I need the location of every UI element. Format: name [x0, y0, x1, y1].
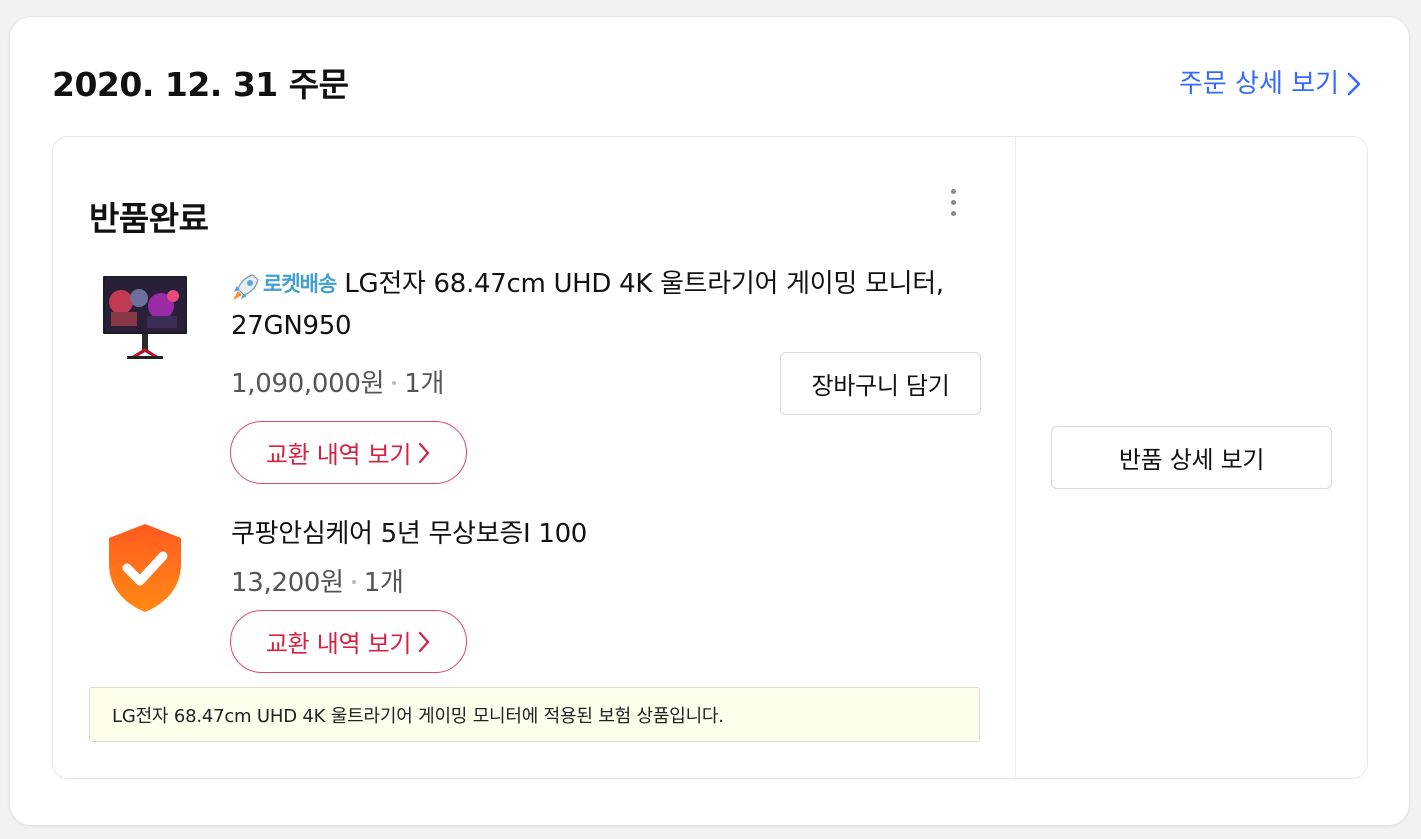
- more-vertical-icon[interactable]: [939, 185, 967, 219]
- product-title: LG전자 68.47cm UHD 4K 울트라기어 게이밍 모니터, 27GN9…: [231, 269, 944, 341]
- product-name[interactable]: 로켓배송 LG전자 68.47cm UHD 4K 울트라기어 게이밍 모니터, …: [231, 263, 991, 347]
- chevron-right-icon: [1347, 72, 1361, 96]
- order-card: 2020. 12. 31 주문 주문 상세 보기 반품완료 로켓배송 LG전자 …: [9, 16, 1410, 826]
- add-to-cart-button[interactable]: 장바구니 담기: [780, 352, 981, 415]
- shield-check-icon[interactable]: [105, 520, 185, 616]
- product-price: 1,090,000원: [231, 369, 385, 399]
- exchange-history-label: 교환 내역 보기: [265, 441, 412, 469]
- order-date-title: 2020. 12. 31 주문: [52, 65, 349, 104]
- care-quantity: 1개: [363, 568, 404, 598]
- rocket-icon: [233, 274, 259, 300]
- care-price: 13,200원: [231, 568, 344, 598]
- chevron-right-icon: [419, 442, 430, 463]
- care-price-line: 13,200원 1개: [231, 566, 404, 600]
- card-divider: [1015, 137, 1016, 778]
- product-price-line: 1,090,000원 1개: [231, 367, 444, 401]
- chevron-right-icon: [419, 631, 430, 652]
- exchange-history-button[interactable]: 교환 내역 보기: [230, 421, 467, 484]
- care-exchange-history-button[interactable]: 교환 내역 보기: [230, 610, 467, 673]
- monitor-thumbnail[interactable]: [99, 272, 191, 362]
- care-exchange-history-label: 교환 내역 보기: [265, 630, 412, 658]
- product-quantity: 1개: [404, 369, 445, 399]
- return-detail-button[interactable]: 반품 상세 보기: [1051, 426, 1332, 489]
- status-title: 반품완료: [89, 199, 209, 238]
- insurance-notice-text: LG전자 68.47cm UHD 4K 울트라기어 게이밍 모니터에 적용된 보…: [112, 705, 724, 727]
- order-detail-label: 주문 상세 보기: [1178, 69, 1339, 99]
- care-product-name[interactable]: 쿠팡안심케어 5년 무상보증I 100: [231, 513, 587, 555]
- insurance-notice: LG전자 68.47cm UHD 4K 울트라기어 게이밍 모니터에 적용된 보…: [89, 687, 980, 742]
- rocket-delivery-label: 로켓배송: [263, 272, 337, 296]
- order-detail-link[interactable]: 주문 상세 보기: [1179, 67, 1363, 101]
- rocket-delivery-badge: 로켓배송: [231, 263, 337, 305]
- shipment-card: 반품완료 로켓배송 LG전자 68.47cm UHD 4K 울트라기어 게이밍 …: [52, 136, 1368, 779]
